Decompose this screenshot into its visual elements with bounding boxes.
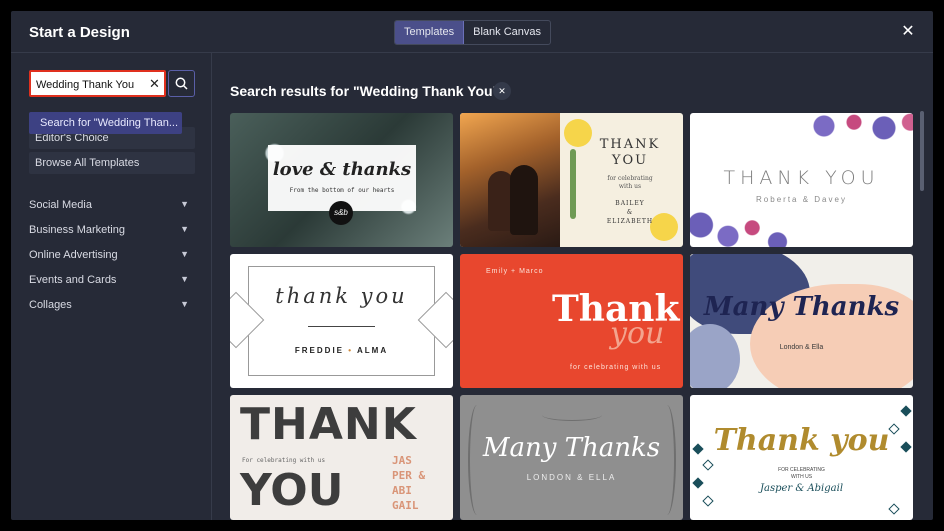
card-title: Thank you [713, 423, 890, 458]
card-names: LONDON & ELLA [526, 473, 617, 482]
mode-toggle: Templates Blank Canvas [394, 20, 552, 45]
card-names: London & Ella [779, 344, 824, 351]
search-button[interactable] [168, 70, 195, 97]
card-subtitle: From the bottom of our hearts [289, 187, 395, 194]
search-suggestion[interactable]: Search for "Wedding Than... [29, 112, 182, 134]
photo-figure [510, 165, 538, 235]
flower-decoration [690, 197, 794, 247]
card-title: THANK [240, 399, 417, 450]
diamond-decoration [900, 405, 912, 417]
card-name: & [626, 209, 634, 216]
card-name: ALMA [357, 346, 389, 355]
card-subtitle: for celebrating with us [570, 364, 662, 371]
template-card[interactable]: THANK For celebrating with us YOU JAS PE… [230, 395, 453, 520]
close-icon[interactable]: ✕ [899, 23, 917, 41]
sidebar: ✕ Search for "Wedding Than... Editor's C… [11, 53, 212, 520]
card-title-line: THANK [599, 137, 661, 152]
template-card[interactable]: love & thanks From the bottom of our hea… [230, 113, 453, 247]
card-title: THANK YOU [723, 167, 880, 189]
card-subtitle: for celebrating with us [580, 175, 680, 191]
chevron-down-icon: ▼ [180, 274, 189, 284]
category-label: Social Media [29, 199, 92, 211]
modal-title: Start a Design [29, 24, 130, 41]
card-name: ABI [392, 484, 412, 497]
monogram-badge: s&b [329, 201, 353, 225]
card-names: Jasper & Abigail [759, 483, 844, 494]
template-card[interactable]: THANK YOU Roberta & Davey [690, 113, 913, 247]
category-social-media[interactable]: Social Media ▼ [29, 199, 195, 215]
clear-search-icon[interactable]: ✕ [149, 75, 160, 92]
category-label: Events and Cards [29, 274, 117, 286]
chevron-down-icon: ▼ [180, 224, 189, 234]
divider [308, 326, 375, 327]
category-label: Collages [29, 299, 72, 311]
diamond-decoration [702, 495, 714, 507]
modal-header: Start a Design Templates Blank Canvas ✕ [11, 11, 933, 53]
start-design-modal: Start a Design Templates Blank Canvas ✕ … [11, 11, 933, 520]
results-panel: Search results for "Wedding Thank You" ✕… [212, 53, 933, 520]
template-card[interactable]: Many Thanks London & Ella [690, 254, 913, 388]
card-frame [248, 266, 435, 376]
card-name: GAIL [392, 499, 419, 512]
search-input[interactable] [36, 76, 144, 93]
card-name: JAS [392, 454, 412, 467]
category-label: Business Marketing [29, 224, 125, 236]
results-title: Search results for "Wedding Thank You" [230, 83, 500, 99]
card-subtitle-line: FOR CELEBRATING [778, 467, 825, 473]
category-online-advertising[interactable]: Online Advertising ▼ [29, 249, 195, 265]
category-collages[interactable]: Collages ▼ [29, 299, 195, 315]
card-title: Many Thanks [482, 433, 661, 463]
card-names: BAILEY & ELIZABETH [580, 199, 680, 226]
template-card[interactable]: Emily + Marco Thank you for celebrating … [460, 254, 683, 388]
leaf-decoration [542, 409, 602, 421]
chevron-down-icon: ▼ [180, 199, 189, 209]
card-title: Many Thanks [703, 292, 900, 322]
clear-results-icon[interactable]: ✕ [493, 82, 511, 100]
card-name: ELIZABETH [606, 218, 654, 225]
card-title: thank you [275, 284, 408, 308]
couple-photo [460, 113, 560, 247]
diamond-decoration [888, 503, 900, 515]
category-events-and-cards[interactable]: Events and Cards ▼ [29, 274, 195, 290]
tab-blank-canvas[interactable]: Blank Canvas [464, 21, 550, 44]
card-title-line: YOU [611, 153, 649, 168]
separator-dot: • [348, 346, 354, 355]
card-title: THANK YOU [580, 137, 680, 169]
sidebar-item-browse-all[interactable]: Browse All Templates [29, 152, 195, 174]
card-name: PER & [392, 469, 426, 482]
card-names: Emily + Marco [486, 268, 544, 275]
card-names: FREDDIE • ALMA [230, 346, 453, 355]
template-card[interactable]: Many Thanks LONDON & ELLA [460, 395, 683, 520]
card-subtitle: For celebrating with us [242, 457, 326, 464]
card-subtitle: FOR CELEBRATING WITH US [690, 467, 913, 481]
template-card[interactable]: THANK YOU for celebrating with us BAILEY… [460, 113, 683, 247]
template-card[interactable]: Thank you FOR CELEBRATING WITH US Jasper… [690, 395, 913, 520]
card-names: Roberta & Davey [756, 195, 847, 204]
card-title-script: you [610, 316, 665, 351]
flower-decoration [800, 113, 913, 145]
template-card[interactable]: thank you FREDDIE • ALMA [230, 254, 453, 388]
search-field: ✕ [29, 70, 166, 97]
card-title: love & thanks [272, 159, 412, 180]
tab-templates[interactable]: Templates [395, 21, 465, 44]
card-subtitle-line: for celebrating [607, 175, 653, 182]
leaf-decoration [570, 149, 576, 219]
card-subtitle-line: WITH US [790, 474, 813, 480]
chevron-down-icon: ▼ [180, 299, 189, 309]
search-icon [175, 77, 188, 90]
chevron-down-icon: ▼ [180, 249, 189, 259]
scrollbar[interactable] [920, 111, 924, 191]
category-business-marketing[interactable]: Business Marketing ▼ [29, 224, 195, 240]
category-label: Online Advertising [29, 249, 118, 261]
card-subtitle-line: with us [618, 183, 642, 190]
card-name: FREDDIE [294, 346, 345, 355]
card-title: YOU [240, 465, 344, 516]
card-names: JAS PER & ABI GAIL [392, 453, 448, 513]
card-name: BAILEY [615, 200, 645, 207]
